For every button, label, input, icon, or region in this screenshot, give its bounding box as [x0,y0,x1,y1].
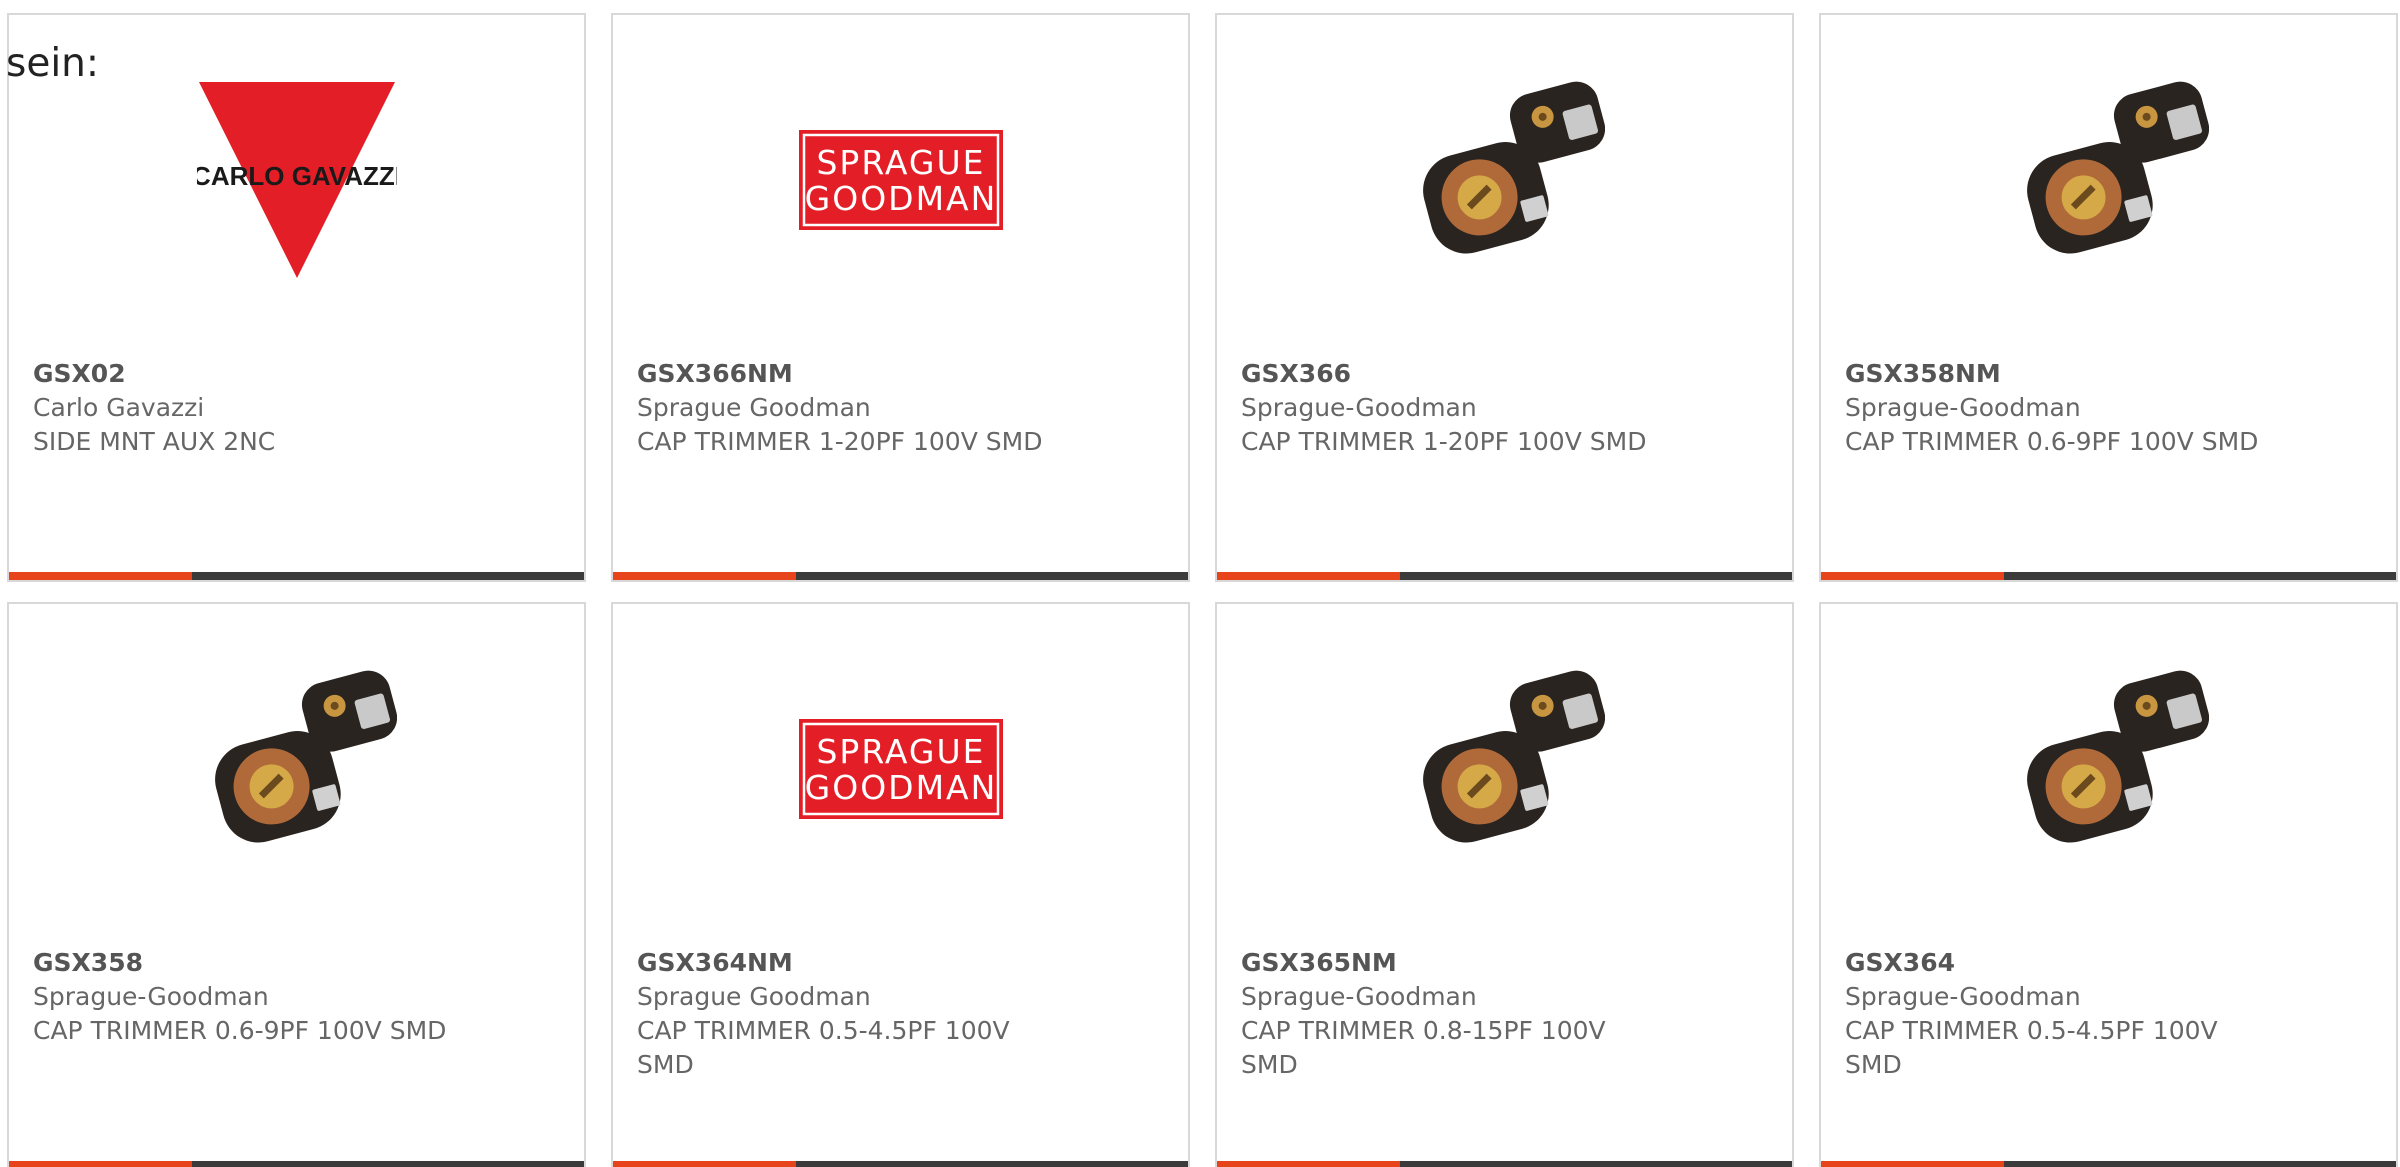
manufacturer: Sprague Goodman [637,982,871,1011]
description: CAP TRIMMER 0.6-9PF 100V SMD [33,1016,447,1045]
description: CAP TRIMMER 0.6-9PF 100V SMD [1845,427,2259,456]
trimmer-capacitor-photo [1422,670,1605,843]
card-footer-bar [9,572,584,580]
card-footer-accent [1217,572,1400,580]
trimmer-capacitor-photo [2026,81,2209,254]
sprague-goodman-logo: SPRAGUE GOODMAN [798,719,1003,819]
description: CAP TRIMMER 0.5-4.5PF 100V SMD [1845,1016,2218,1079]
product-image[interactable] [1217,664,1792,874]
description: CAP TRIMMER 0.5-4.5PF 100V SMD [637,1016,1010,1079]
product-listing-page: sein: CARLO GAVAZZI GSX02 Carlo Gavazzi … [0,0,2400,1167]
logo-text: CARLO GAVAZZI [197,161,397,191]
description: CAP TRIMMER 1-20PF 100V SMD [637,427,1043,456]
trimmer-capacitor-photo [214,670,397,843]
product-info: GSX358NM Sprague-Goodman CAP TRIMMER 0.6… [1845,357,2356,459]
card-footer-accent [613,1161,796,1167]
manufacturer: Carlo Gavazzi [33,393,205,422]
card-footer-accent [613,572,796,580]
manufacturer: Sprague-Goodman [1241,393,1477,422]
part-number[interactable]: GSX358NM [1845,357,2356,391]
part-number[interactable]: GSX364 [1845,946,2356,980]
card-footer-bar [613,1161,1188,1167]
product-card[interactable]: GSX358NM Sprague-Goodman CAP TRIMMER 0.6… [1819,13,2398,582]
logo-line-2: GOODMAN [804,768,997,807]
trimmer-capacitor-photo [1422,81,1605,254]
manufacturer: Sprague-Goodman [1845,982,2081,1011]
card-footer-bar [9,1161,584,1167]
product-info: GSX366NM Sprague Goodman CAP TRIMMER 1-2… [637,357,1148,459]
product-card[interactable]: CARLO GAVAZZI GSX02 Carlo Gavazzi SIDE M… [7,13,586,582]
trimmer-capacitor-photo [2026,670,2209,843]
product-info: GSX02 Carlo Gavazzi SIDE MNT AUX 2NC [33,357,544,459]
card-footer-accent [9,1161,192,1167]
description: CAP TRIMMER 1-20PF 100V SMD [1241,427,1647,456]
product-card[interactable]: GSX365NM Sprague-Goodman CAP TRIMMER 0.8… [1215,602,1794,1167]
card-footer-bar [613,572,1188,580]
product-image[interactable] [1821,75,2396,285]
card-footer-bar [1821,572,2396,580]
product-card[interactable]: GSX366 Sprague-Goodman CAP TRIMMER 1-20P… [1215,13,1794,582]
product-info: GSX358 Sprague-Goodman CAP TRIMMER 0.6-9… [33,946,544,1048]
intro-text: sein: [6,41,100,86]
product-info: GSX364 Sprague-Goodman CAP TRIMMER 0.5-4… [1845,946,2356,1082]
part-number[interactable]: GSX358 [33,946,544,980]
product-card[interactable]: SPRAGUE GOODMAN GSX366NM Sprague Goodman… [611,13,1190,582]
card-footer-accent [1821,1161,2004,1167]
sprague-goodman-logo: SPRAGUE GOODMAN [798,130,1003,230]
card-footer-accent [1217,1161,1400,1167]
product-card[interactable]: GSX364 Sprague-Goodman CAP TRIMMER 0.5-4… [1819,602,2398,1167]
product-image[interactable] [1821,664,2396,874]
card-footer-bar [1217,572,1792,580]
description: SIDE MNT AUX 2NC [33,427,276,456]
logo-line-1: SPRAGUE [816,143,985,182]
part-number[interactable]: GSX366 [1241,357,1752,391]
part-number[interactable]: GSX02 [33,357,544,391]
product-image[interactable] [1217,75,1792,285]
product-image[interactable]: CARLO GAVAZZI [9,75,584,285]
description: CAP TRIMMER 0.8-15PF 100V SMD [1241,1016,1606,1079]
part-number[interactable]: GSX364NM [637,946,1148,980]
product-card[interactable]: SPRAGUE GOODMAN GSX364NM Sprague Goodman… [611,602,1190,1167]
manufacturer: Sprague Goodman [637,393,871,422]
carlo-gavazzi-logo: CARLO GAVAZZI [197,82,397,278]
product-grid: CARLO GAVAZZI GSX02 Carlo Gavazzi SIDE M… [7,13,2398,1167]
card-footer-bar [1217,1161,1792,1167]
product-info: GSX364NM Sprague Goodman CAP TRIMMER 0.5… [637,946,1148,1082]
logo-line-1: SPRAGUE [816,732,985,771]
part-number[interactable]: GSX366NM [637,357,1148,391]
card-footer-accent [1821,572,2004,580]
product-image[interactable] [9,664,584,874]
logo-line-2: GOODMAN [804,179,997,218]
card-footer-accent [9,572,192,580]
manufacturer: Sprague-Goodman [33,982,269,1011]
product-info: GSX365NM Sprague-Goodman CAP TRIMMER 0.8… [1241,946,1752,1082]
part-number[interactable]: GSX365NM [1241,946,1752,980]
product-info: GSX366 Sprague-Goodman CAP TRIMMER 1-20P… [1241,357,1752,459]
product-card[interactable]: GSX358 Sprague-Goodman CAP TRIMMER 0.6-9… [7,602,586,1167]
manufacturer: Sprague-Goodman [1845,393,2081,422]
product-image[interactable]: SPRAGUE GOODMAN [613,75,1188,285]
card-footer-bar [1821,1161,2396,1167]
manufacturer: Sprague-Goodman [1241,982,1477,1011]
product-image[interactable]: SPRAGUE GOODMAN [613,664,1188,874]
